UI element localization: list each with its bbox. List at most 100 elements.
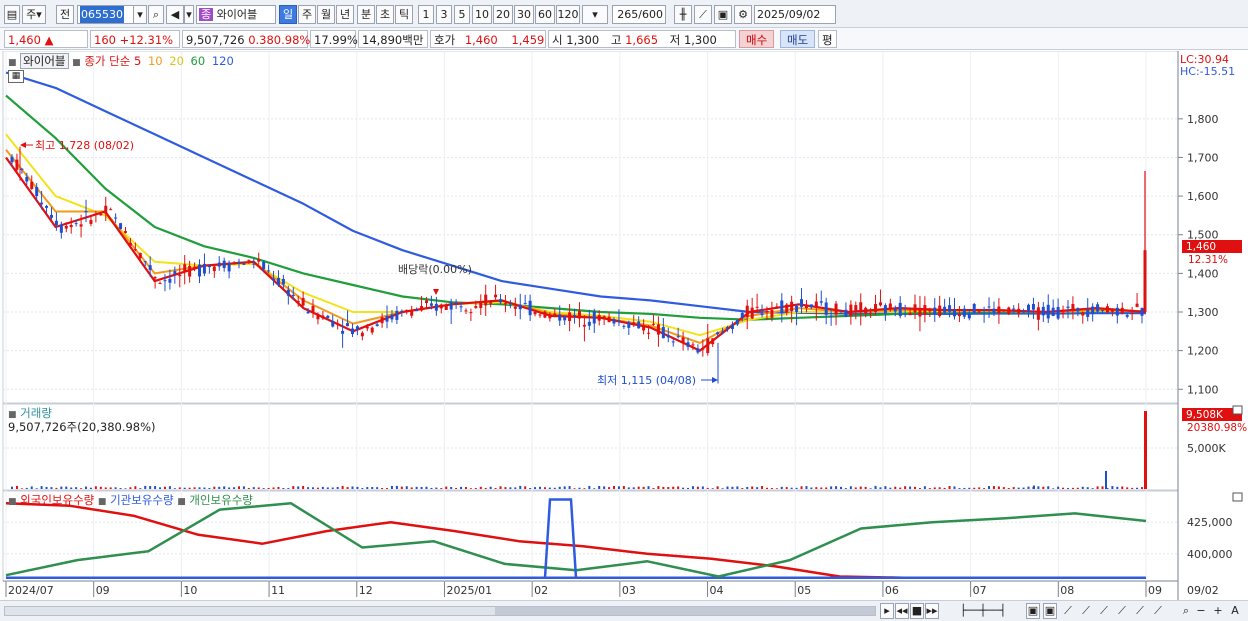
chart-area[interactable]: 1,100 1,200 1,300 1,400 1,500 1,600 1,700 1,800… — [0, 51, 1248, 600]
volume-bar — [978, 487, 981, 489]
interval-5[interactable]: 5 — [454, 5, 470, 24]
candle-body — [84, 211, 88, 213]
font-size-icon[interactable]: A — [1228, 603, 1242, 619]
candle-body — [20, 168, 24, 170]
code-dropdown-icon[interactable]: ▾ — [133, 5, 147, 24]
interval-60[interactable]: 60 — [535, 5, 555, 24]
period-tick[interactable]: 틱 — [395, 5, 413, 24]
candle-body — [938, 305, 942, 316]
search-icon[interactable]: ⌕ — [148, 5, 164, 24]
interval-120[interactable]: 120 — [556, 5, 580, 24]
period-month[interactable]: 월 — [317, 5, 335, 24]
price-tick-label: 1,600 — [1187, 190, 1219, 203]
buy-button[interactable]: 매수 — [739, 30, 775, 48]
volume-bar — [1136, 487, 1139, 489]
volume-bar — [50, 487, 53, 489]
sell-button[interactable]: 매도 — [780, 30, 816, 48]
line-tool-icon[interactable]: ⟋ — [694, 5, 712, 24]
trend-tool-1-icon[interactable]: ⟋ — [1060, 603, 1076, 619]
stop-icon[interactable]: ■ — [910, 603, 924, 619]
rewind-icon[interactable]: ◂◂ — [895, 603, 909, 619]
candle-body — [74, 223, 78, 225]
volume-bar — [1081, 486, 1084, 489]
zoom-search-icon[interactable]: ⌕ — [1179, 603, 1193, 619]
ma60-label: 60 — [190, 54, 206, 68]
fast-forward-icon[interactable]: ▸▸ — [925, 603, 939, 619]
candle-body — [957, 314, 961, 317]
candle-body — [538, 314, 542, 316]
trend-tool-4-icon[interactable]: ⟋ — [1114, 603, 1130, 619]
interval-10[interactable]: 10 — [472, 5, 492, 24]
candle-body — [671, 341, 675, 343]
candle-body — [385, 316, 389, 322]
volume-bar — [677, 486, 680, 489]
trend-tool-2-icon[interactable]: ⟋ — [1078, 603, 1094, 619]
zoom-out-icon[interactable]: − — [1194, 603, 1208, 619]
interval-20[interactable]: 20 — [493, 5, 513, 24]
volume-bar — [647, 486, 650, 489]
candle-type-icon[interactable]: ╫ — [674, 5, 692, 24]
interval-20-label: 20 — [496, 8, 510, 21]
gear-icon[interactable]: ⚙ — [734, 5, 752, 24]
quote-bar: 1,460 ▲ 160 +12.31% 9,507,726 0.380.98% … — [0, 28, 1248, 50]
save-icon[interactable]: ▣ — [714, 5, 732, 24]
interval-30[interactable]: 30 — [514, 5, 534, 24]
candle-body — [814, 301, 818, 308]
grid-toggle-icon[interactable]: ▣ — [1026, 603, 1040, 619]
candle-body — [804, 306, 808, 309]
stock-name-field[interactable]: 종 와이어블 — [196, 5, 276, 24]
volume-bar — [1017, 487, 1020, 489]
volume-bar — [400, 486, 403, 489]
trend-tool-5-icon[interactable]: ⟋ — [1132, 603, 1148, 619]
interval-1[interactable]: 1 — [418, 5, 434, 24]
candle-body — [1115, 307, 1119, 316]
volume-bar — [336, 486, 339, 489]
custom-interval-select[interactable]: ▾ — [582, 5, 608, 24]
period-code-select[interactable]: 주▾ — [22, 5, 46, 24]
candle-body — [878, 302, 882, 306]
candle-body — [45, 205, 49, 208]
candle-body — [760, 313, 764, 316]
candle-body — [464, 310, 468, 312]
trend-tool-6-icon[interactable]: ⟋ — [1150, 603, 1166, 619]
zoom-slider[interactable]: ├──┼──┤ — [948, 603, 1018, 619]
speaker-dropdown-icon[interactable]: ▾ — [184, 5, 194, 24]
trend-tool-3-icon[interactable]: ⟋ — [1096, 603, 1112, 619]
volume-bar — [682, 487, 685, 489]
volume-bar — [203, 487, 206, 489]
volume-pane-maximize-icon[interactable] — [1232, 405, 1243, 415]
period-second[interactable]: 초 — [376, 5, 394, 24]
high-label: 고 — [610, 33, 622, 47]
date-field[interactable]: 2025/09/02 — [754, 5, 836, 24]
scroll-track[interactable] — [4, 606, 876, 616]
scroll-thumb[interactable] — [495, 607, 875, 615]
volume-bar — [958, 488, 961, 489]
speaker-icon[interactable]: ◀ — [166, 5, 184, 24]
period-minute[interactable]: 분 — [357, 5, 375, 24]
candle-body — [276, 277, 280, 286]
volume-bar — [529, 487, 532, 489]
period-week[interactable]: 주 — [298, 5, 316, 24]
hc-label: HC:-15.51 — [1180, 65, 1235, 78]
crosshair-icon[interactable]: ▣ — [1043, 603, 1057, 619]
period-year[interactable]: 년 — [336, 5, 354, 24]
calculator-icon[interactable]: ▦ — [8, 70, 24, 83]
volume-bar — [233, 487, 236, 489]
sell-button-label: 매도 — [787, 33, 809, 47]
price-pane-name[interactable]: 와이어블 — [20, 53, 69, 69]
prev-button[interactable]: 전 — [56, 5, 74, 24]
zoom-in-icon[interactable]: + — [1211, 603, 1225, 619]
interval-3[interactable]: 3 — [436, 5, 452, 24]
count-field[interactable]: 265/600 — [612, 5, 666, 24]
volume-bar — [89, 487, 92, 489]
eval-button[interactable]: 평 — [818, 30, 837, 48]
period-day[interactable]: 일 — [279, 5, 297, 24]
candle-body — [148, 265, 152, 270]
window-menu-icon[interactable]: ▤ — [4, 5, 20, 24]
candle-body — [735, 320, 739, 325]
amount-value: 14,890백만 — [362, 33, 424, 47]
price-change: 160 — [94, 33, 116, 47]
holdings-pane-maximize-icon[interactable] — [1232, 492, 1243, 502]
scroll-right-icon[interactable]: ▸ — [880, 603, 894, 619]
volume-bar — [114, 487, 117, 489]
